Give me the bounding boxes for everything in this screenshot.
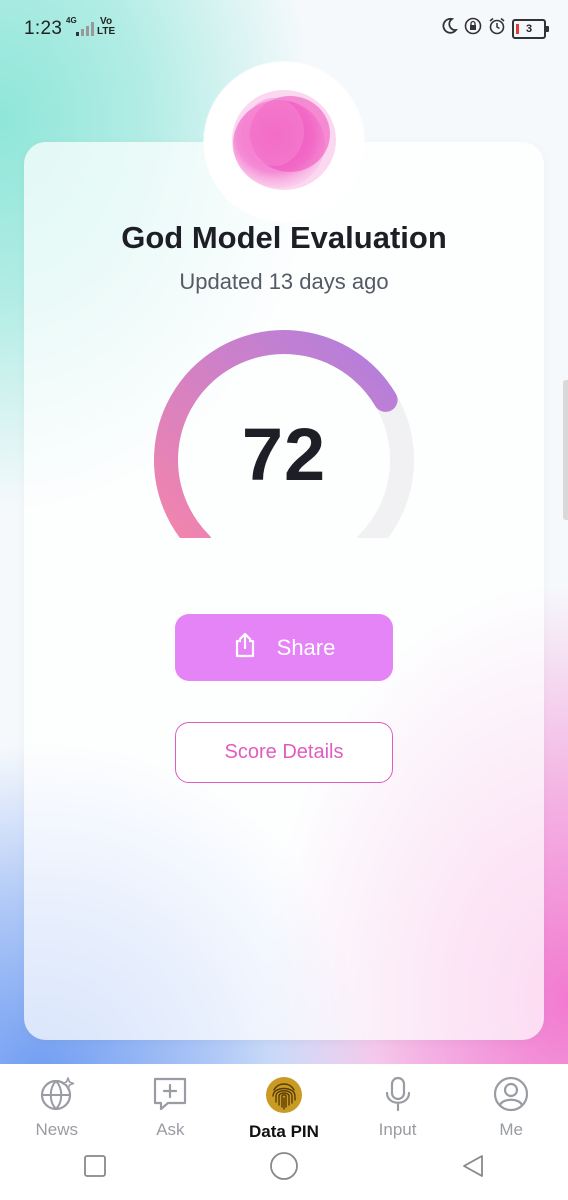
- share-icon: [233, 632, 257, 664]
- nav-item-news[interactable]: News: [7, 1064, 107, 1146]
- status-time: 1:23: [24, 18, 63, 39]
- back-triangle-icon: [463, 1155, 484, 1177]
- moon-icon: [440, 17, 458, 40]
- user-icon: [493, 1076, 529, 1117]
- circle-icon: [270, 1152, 298, 1180]
- nav-label: Me: [499, 1120, 523, 1139]
- nav-label: Ask: [156, 1120, 185, 1139]
- chat-plus-icon: [152, 1076, 188, 1117]
- square-icon: [83, 1155, 106, 1177]
- lock-rotation-icon: [464, 17, 482, 40]
- updated-timestamp: Updated 13 days ago: [179, 269, 389, 294]
- home-button[interactable]: [234, 1146, 334, 1186]
- nav-label: News: [35, 1120, 79, 1139]
- page-title: God Model Evaluation: [121, 220, 447, 255]
- share-label: Share: [276, 634, 336, 660]
- score-details-button[interactable]: Score Details: [175, 722, 393, 783]
- nav-item-me[interactable]: Me: [461, 1064, 561, 1146]
- back-button[interactable]: [423, 1146, 523, 1186]
- orb-icon: [232, 90, 336, 190]
- nav-item-ask[interactable]: Ask: [120, 1064, 220, 1146]
- avatar: [204, 62, 364, 222]
- nav-item-data-pin[interactable]: Data PIN: [234, 1064, 334, 1146]
- nav-label: Data PIN: [249, 1122, 319, 1141]
- recents-button[interactable]: [45, 1146, 145, 1186]
- microphone-icon: [380, 1076, 416, 1117]
- globe-sparkle-icon: [39, 1076, 75, 1117]
- nav-item-input[interactable]: Input: [348, 1064, 448, 1146]
- bottom-nav: News Ask Data PIN Input Me: [0, 1064, 568, 1146]
- fingerprint-icon: [265, 1076, 303, 1119]
- alarm-icon: [488, 17, 506, 40]
- status-bar: 1:23 4G Vo LTE 3: [0, 0, 568, 60]
- battery-icon: 3: [512, 18, 549, 39]
- edge-panel-handle[interactable]: [563, 380, 568, 520]
- signal-icon: [76, 22, 94, 41]
- system-navigation: [0, 1146, 568, 1200]
- share-button[interactable]: Share: [175, 614, 393, 681]
- volte-indicator: Vo LTE: [97, 16, 116, 37]
- score-value: 72: [241, 413, 327, 496]
- nav-label: Input: [378, 1120, 417, 1139]
